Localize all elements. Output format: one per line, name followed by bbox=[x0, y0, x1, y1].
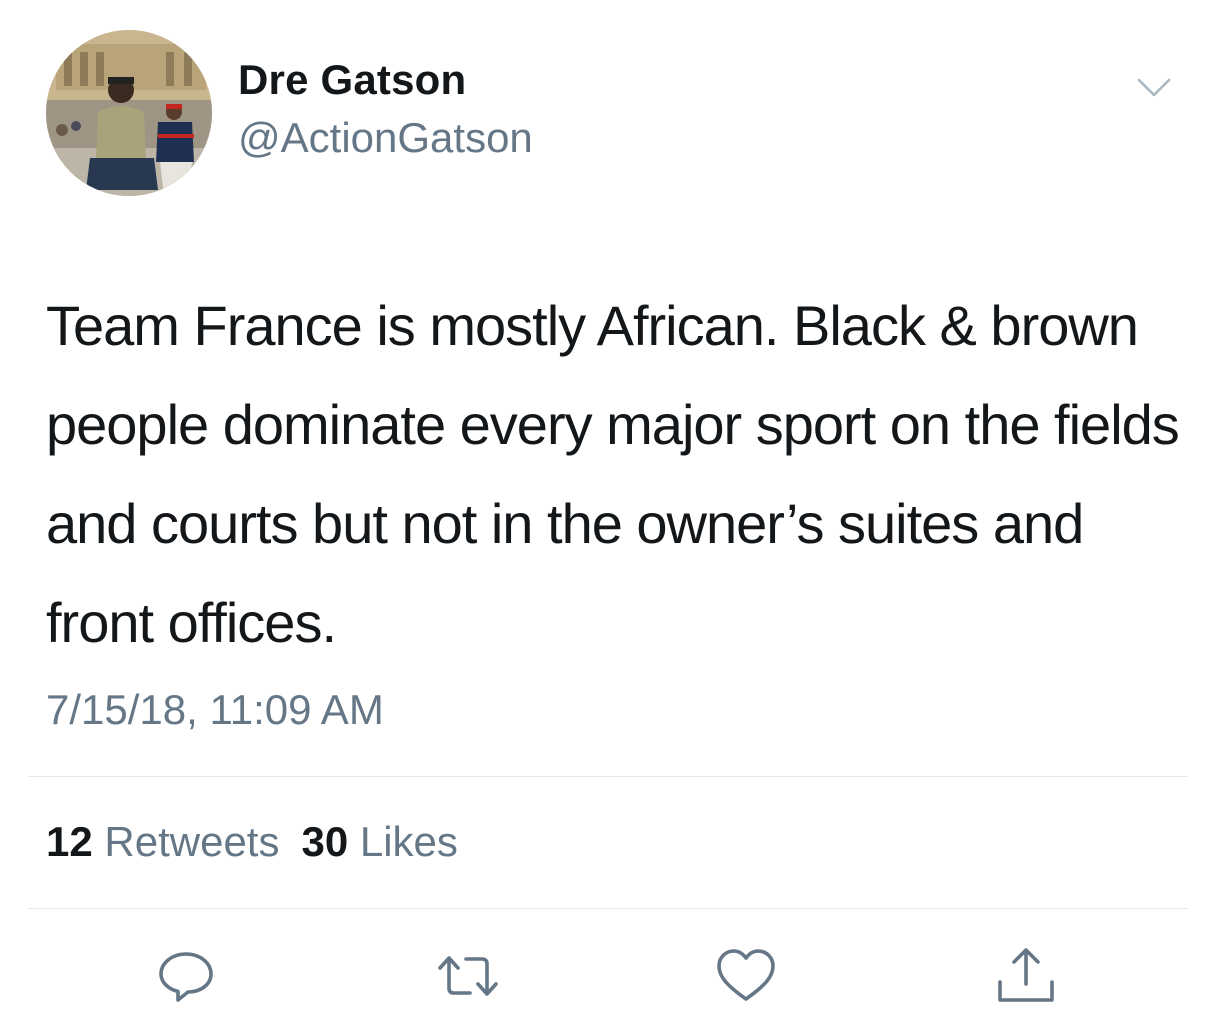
tweet-timestamp[interactable]: 7/15/18, 11:09 AM bbox=[46, 686, 384, 734]
reply-button[interactable] bbox=[154, 944, 218, 1008]
tweet-stats: 12 Retweets 30 Likes bbox=[46, 818, 480, 866]
likes-label: Likes bbox=[359, 818, 458, 865]
avatar-photo bbox=[46, 30, 212, 196]
tweet-text: Team France is mostly African. Black & b… bbox=[46, 294, 1180, 654]
like-button[interactable] bbox=[714, 944, 778, 1008]
divider bbox=[28, 908, 1188, 909]
retweet-icon bbox=[438, 956, 498, 996]
user-handle[interactable]: @ActionGatson bbox=[238, 114, 533, 162]
retweets-label: Retweets bbox=[104, 818, 280, 865]
share-icon bbox=[998, 948, 1054, 1002]
retweets-stat[interactable]: 12 Retweets bbox=[46, 818, 279, 865]
share-button[interactable] bbox=[994, 944, 1058, 1008]
retweets-count: 12 bbox=[46, 818, 93, 865]
likes-count: 30 bbox=[301, 818, 349, 865]
tweet-actions bbox=[0, 944, 1220, 1008]
display-name[interactable]: Dre Gatson bbox=[238, 56, 466, 104]
retweet-button[interactable] bbox=[436, 944, 500, 1008]
heart-icon bbox=[717, 949, 775, 1001]
likes-stat[interactable]: 30 Likes bbox=[301, 818, 457, 865]
reply-icon bbox=[159, 952, 213, 1002]
chevron-down-icon[interactable] bbox=[1134, 68, 1174, 108]
divider bbox=[28, 776, 1188, 777]
avatar[interactable] bbox=[46, 30, 212, 196]
tweet-detail: Dre Gatson @ActionGatson Team France is … bbox=[0, 0, 1220, 1030]
